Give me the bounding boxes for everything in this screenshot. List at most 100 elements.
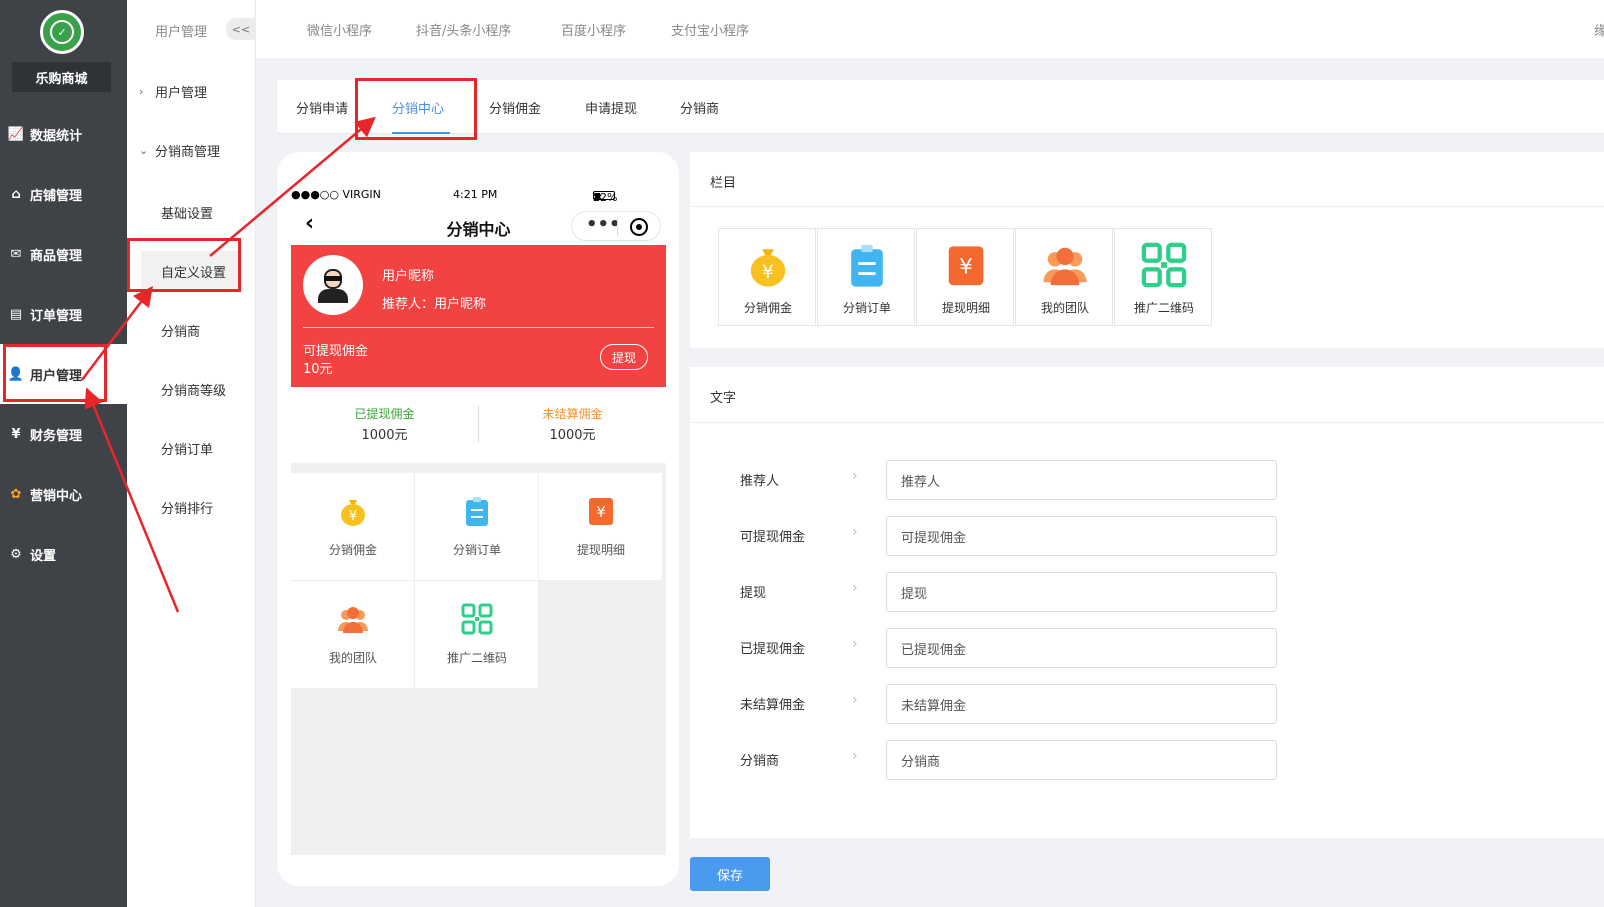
close-target-icon[interactable]	[630, 218, 648, 236]
top-tab-wechat[interactable]: 微信小程序	[307, 20, 372, 39]
withdrawable-label: 可提现佣金	[303, 344, 369, 359]
chevron-right-icon: ›	[852, 580, 858, 596]
order-icon: ▤	[9, 306, 23, 322]
top-tab-baidu[interactable]: 百度小程序	[561, 20, 626, 39]
withdrawable-input[interactable]	[886, 516, 1277, 556]
svg-text:¥: ¥	[959, 255, 973, 280]
column-item[interactable]: 我的团队	[1015, 228, 1113, 326]
annotation-box-custom-settings	[127, 238, 241, 292]
qrcode-icon	[1141, 242, 1187, 288]
annotation-box-center-tab	[355, 78, 477, 140]
store-icon: ⌂	[11, 186, 21, 202]
subnav-group-users[interactable]: › 用户管理	[139, 82, 207, 101]
withdraw-input[interactable]	[886, 572, 1277, 612]
nav-orders[interactable]: ▤ 订单管理	[0, 284, 127, 344]
annotation-box-user-mgmt	[3, 344, 107, 402]
subnav-item-ranking[interactable]: 分销排行	[161, 487, 256, 527]
subnav-item-distribution-orders[interactable]: 分销订单	[161, 428, 256, 468]
grid-item[interactable]: ¥ 提现明细	[539, 473, 663, 581]
shop-logo: ✓	[40, 10, 84, 54]
columns-panel-title: 栏目	[710, 176, 737, 191]
chevron-right-icon: ›	[852, 748, 858, 764]
nav-marketing[interactable]: ✿ 营销中心	[0, 464, 127, 524]
collapse-button[interactable]: <<	[226, 18, 256, 40]
nav-goods[interactable]: ✉ 商品管理	[0, 224, 127, 284]
nav-label: 数据统计	[30, 128, 83, 144]
nav-label: 财务管理	[30, 428, 83, 444]
field-label: 分销商	[740, 754, 780, 769]
field-label: 已提现佣金	[740, 642, 806, 657]
grid-item[interactable]: 分销订单	[415, 473, 539, 581]
avatar	[303, 255, 363, 315]
field-label: 未结算佣金	[740, 698, 806, 713]
recommender: 推荐人：用户昵称	[382, 297, 487, 312]
group-label: 用户管理	[155, 86, 208, 101]
svg-text:¥: ¥	[762, 262, 774, 283]
sub-sidebar: 用户管理 << › 用户管理 ⌄ 分销商管理 基础设置 自定义设置 分销商 分销商等…	[127, 0, 256, 907]
nav-data-stats[interactable]: 📈 数据统计	[0, 104, 127, 164]
carrier: ●●●○○ VIRGIN	[291, 188, 381, 201]
top-tab-douyin[interactable]: 抖音/头条小程序	[416, 20, 511, 39]
unsettled-input[interactable]	[886, 684, 1277, 724]
stat-withdrawn: 已提现佣金 1000元	[354, 407, 415, 443]
main-sidebar: ✓ 乐购商城 📈 数据统计 ⌂ 店铺管理 ✉ 商品管理 ▤ 订单管理 👤 用户管理 ¥ 财务…	[0, 0, 127, 907]
top-bar: 微信小程序 抖音/头条小程序 百度小程序 支付宝小程序 缘	[256, 0, 1604, 58]
settings-icon: ⚙	[10, 546, 22, 562]
nav-label: 店铺管理	[30, 188, 83, 204]
column-item[interactable]: ¥ 分销佣金	[718, 228, 816, 326]
battery-icon	[593, 191, 615, 200]
withdraw-button[interactable]: 提现	[600, 344, 648, 370]
text-panel-title: 文字	[710, 391, 737, 406]
nav-finance[interactable]: ¥ 财务管理	[0, 404, 127, 464]
withdrawn-input[interactable]	[886, 628, 1277, 668]
field-label: 提现	[740, 586, 767, 601]
tab-withdraw[interactable]: 申请提现	[585, 98, 637, 117]
clock: 4:21 PM	[453, 188, 498, 201]
commission-stats: 已提现佣金 1000元 未结算佣金 1000元	[291, 387, 666, 463]
phone-preview: ●●●○○ VIRGIN 4:21 PM ✱ 22% ‹ 分销中心 ••• 用户…	[291, 185, 666, 855]
subnav-item-basic-settings[interactable]: 基础设置	[161, 192, 256, 232]
save-button[interactable]: 保存	[690, 857, 770, 891]
grid-item[interactable]: 我的团队	[291, 581, 415, 689]
mini-capsule[interactable]: •••	[571, 211, 661, 241]
team-icon	[1043, 247, 1087, 286]
tab-apply[interactable]: 分销申请	[296, 98, 348, 117]
clipboard-icon	[466, 497, 488, 526]
grid-item[interactable]: 推广二维码	[415, 581, 539, 689]
nav-store[interactable]: ⌂ 店铺管理	[0, 164, 127, 224]
qrcode-icon	[461, 603, 493, 635]
recommender-input[interactable]	[886, 460, 1277, 500]
group-label: 分销商管理	[155, 145, 221, 160]
tab-commission[interactable]: 分销佣金	[489, 98, 541, 117]
distributor-input[interactable]	[886, 740, 1277, 780]
svg-text:¥: ¥	[596, 503, 606, 521]
top-right-text[interactable]: 缘	[1594, 20, 1604, 39]
chevron-right-icon: ›	[852, 692, 858, 708]
subnav-item-distributors[interactable]: 分销商	[161, 310, 256, 350]
column-item[interactable]: 推广二维码	[1114, 228, 1212, 326]
feature-grid: ¥ 分销佣金 分销订单 ¥ 提现明细 我的团队 推广二维码	[291, 473, 666, 689]
chevron-right-icon: ›	[852, 636, 858, 652]
more-icon[interactable]: •••	[586, 216, 621, 234]
chevron-right-icon: ›	[852, 524, 858, 540]
subnav-item-distributor-levels[interactable]: 分销商等级	[161, 369, 256, 409]
money-bag-icon: ¥	[750, 249, 786, 287]
grid-item[interactable]: ¥ 分销佣金	[291, 473, 415, 581]
svg-text:¥: ¥	[349, 509, 357, 524]
field-label: 可提现佣金	[740, 530, 806, 545]
chevron-right-icon: ›	[852, 468, 858, 484]
column-item[interactable]: 分销订单	[817, 228, 915, 326]
logo-icon: ✓	[50, 20, 74, 44]
chevron-down-icon: ⌄	[139, 144, 149, 157]
top-tab-alipay[interactable]: 支付宝小程序	[671, 20, 749, 39]
team-icon	[338, 607, 368, 633]
nav-settings[interactable]: ⚙ 设置	[0, 524, 127, 584]
tab-distributor[interactable]: 分销商	[680, 98, 719, 117]
subnav-group-distributors[interactable]: ⌄ 分销商管理	[139, 141, 220, 160]
column-item[interactable]: ¥ 提现明细	[916, 228, 1014, 326]
field-label: 推荐人	[740, 474, 780, 489]
nav-label: 商品管理	[30, 248, 83, 264]
nav-label: 订单管理	[30, 308, 83, 324]
finance-icon: ¥	[11, 426, 21, 442]
mini-title-bar: ‹ 分销中心 •••	[291, 205, 666, 245]
